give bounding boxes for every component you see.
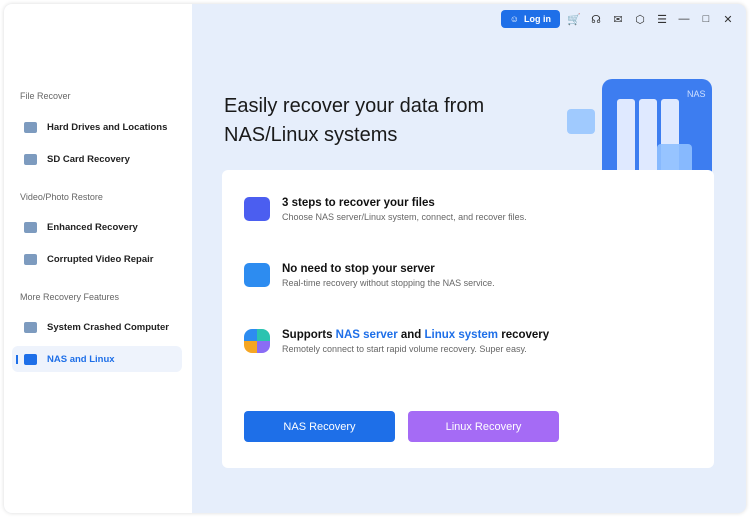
sidebar-item-label: Hard Drives and Locations — [47, 121, 168, 133]
nas-label: NAS — [687, 89, 706, 99]
feature-desc: Remotely connect to start rapid volume r… — [282, 344, 527, 354]
close-icon[interactable]: ✕ — [720, 13, 736, 26]
hard-drive-icon — [24, 121, 37, 133]
page-title: Easily recover your data from NAS/Linux s… — [224, 92, 484, 150]
sidebar-item-label: SD Card Recovery — [47, 153, 130, 165]
mail-icon[interactable]: ✉ — [610, 13, 626, 26]
sidebar-item-label: NAS and Linux — [47, 353, 115, 365]
maximize-icon[interactable]: □ — [698, 13, 714, 25]
login-button[interactable]: ☺ Log in — [500, 10, 560, 28]
sidebar-item-label: Enhanced Recovery — [47, 221, 138, 233]
title-line-1: Easily recover your data from — [224, 95, 485, 117]
menu-icon[interactable]: ☰ — [654, 13, 670, 26]
section-file-recover: File Recover — [20, 91, 71, 101]
sidebar-item-hard-drives[interactable]: Hard Drives and Locations — [12, 114, 182, 140]
apps-icon — [244, 329, 270, 353]
feature-desc: Choose NAS server/Linux system, connect,… — [282, 212, 527, 222]
main-panel: ☺ Log in 🛒 ☊ ✉ ⬡ ☰ — □ ✕ Easily recover y… — [192, 4, 746, 513]
monitor-icon — [24, 321, 37, 333]
title-pre: Supports — [282, 329, 336, 341]
user-icon: ☺ — [509, 14, 519, 24]
feature-3-steps: 3 steps to recover your files Choose NAS … — [244, 197, 527, 222]
section-video-photo: Video/Photo Restore — [20, 192, 103, 202]
sidebar-item-label: Corrupted Video Repair — [47, 253, 154, 265]
steps-icon — [244, 197, 270, 221]
sidebar-item-enhanced-recovery[interactable]: Enhanced Recovery — [12, 214, 182, 240]
feature-title: No need to stop your server — [282, 263, 435, 275]
title-post: recovery — [498, 329, 550, 341]
feature-title: 3 steps to recover your files — [282, 197, 435, 209]
title-bar: ☺ Log in 🛒 ☊ ✉ ⬡ ☰ — □ ✕ — [500, 10, 746, 28]
sd-card-icon — [24, 153, 37, 165]
login-label: Log in — [524, 14, 551, 24]
sidebar-item-nas-linux[interactable]: NAS and Linux — [12, 346, 182, 372]
nas-icon — [24, 353, 37, 365]
linux-system-highlight: Linux system — [424, 329, 499, 341]
nas-recovery-button[interactable]: NAS Recovery — [244, 411, 395, 442]
title-mid: and — [397, 329, 425, 341]
server-tool-icon — [244, 263, 270, 287]
headset-icon[interactable]: ☊ — [588, 13, 604, 26]
app-window: File Recover Hard Drives and Locations S… — [4, 4, 746, 513]
camera-icon — [24, 221, 37, 233]
feature-no-stop: No need to stop your server Real-time rec… — [244, 263, 495, 288]
feature-title: Supports NAS server and Linux system rec… — [282, 329, 549, 341]
nas-server-highlight: NAS server — [335, 329, 398, 341]
active-indicator — [16, 355, 18, 364]
minimize-icon[interactable]: — — [676, 13, 692, 25]
sidebar-item-video-repair[interactable]: Corrupted Video Repair — [12, 246, 182, 272]
section-more-features: More Recovery Features — [20, 292, 120, 302]
cube-icon[interactable]: ⬡ — [632, 13, 648, 26]
linux-recovery-button[interactable]: Linux Recovery — [408, 411, 559, 442]
sidebar-item-label: System Crashed Computer — [47, 321, 169, 333]
cart-icon[interactable]: 🛒 — [566, 13, 582, 26]
feature-desc: Real-time recovery without stopping the … — [282, 278, 495, 288]
feature-card: 3 steps to recover your files Choose NAS … — [222, 170, 714, 468]
sidebar-item-system-crashed[interactable]: System Crashed Computer — [12, 314, 182, 340]
sidebar: File Recover Hard Drives and Locations S… — [4, 4, 192, 513]
title-line-2: NAS/Linux systems — [224, 124, 398, 146]
feature-supports: Supports NAS server and Linux system rec… — [244, 329, 549, 354]
video-repair-icon — [24, 253, 37, 265]
sidebar-item-sd-card[interactable]: SD Card Recovery — [12, 146, 182, 172]
